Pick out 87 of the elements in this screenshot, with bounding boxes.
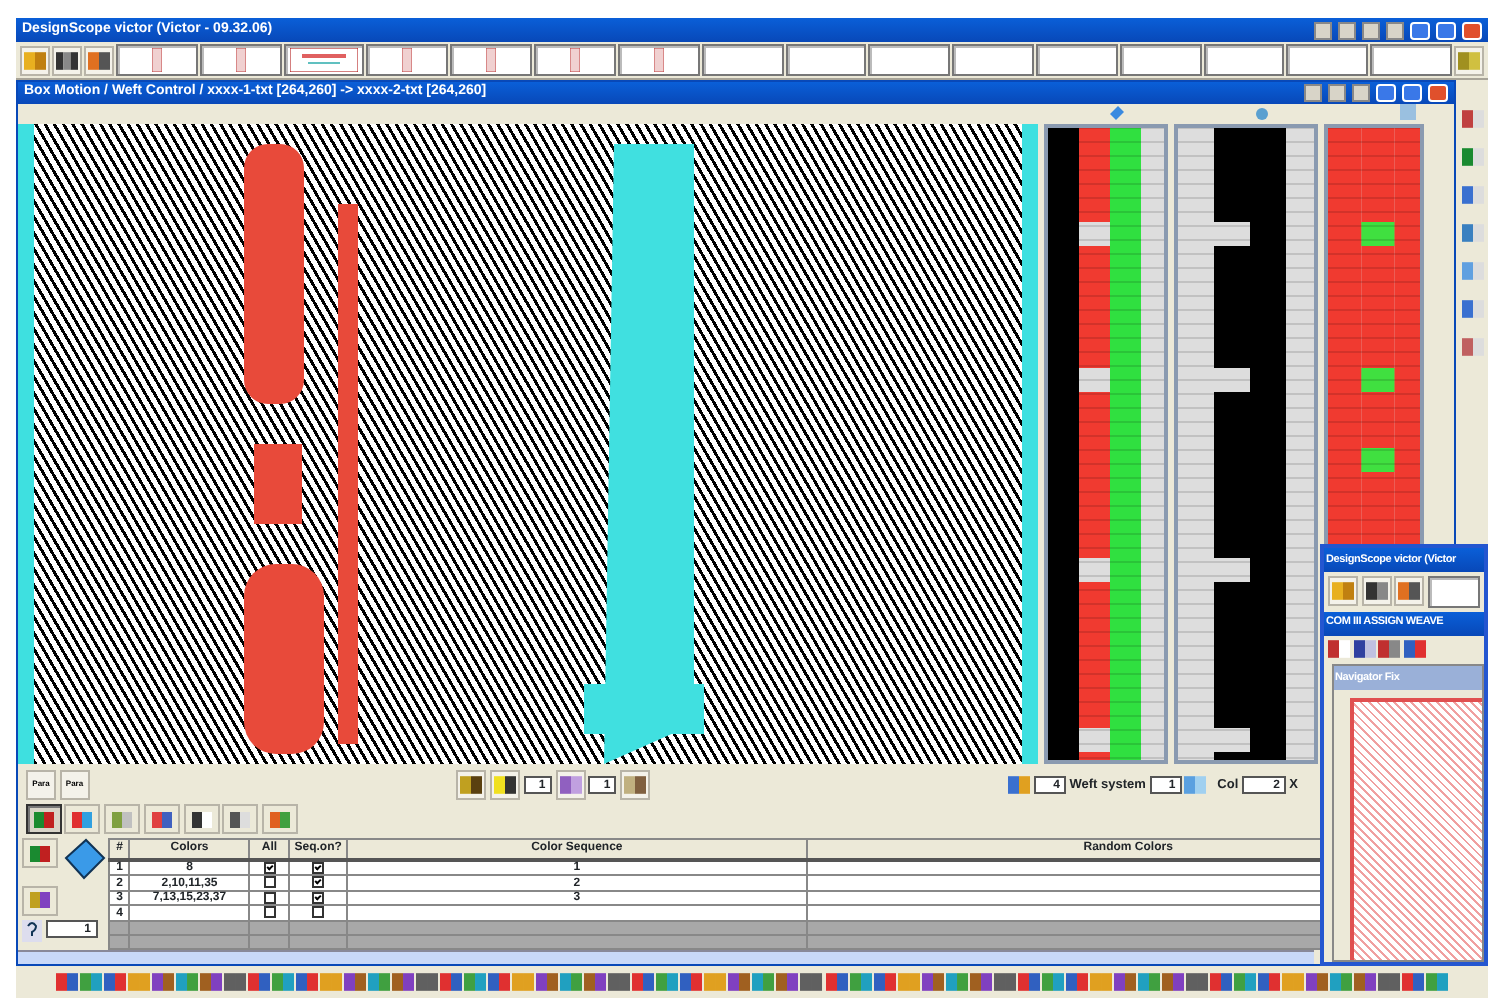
- tool-icon[interactable]: [1065, 970, 1088, 994]
- thumbnail-slot[interactable]: [1428, 575, 1481, 608]
- tool-icon[interactable]: [728, 970, 751, 994]
- thumbnail-slot[interactable]: [952, 44, 1034, 76]
- tool-icon[interactable]: [440, 970, 463, 994]
- thumbnail-drawing: [151, 48, 162, 72]
- tool-icon[interactable]: [200, 970, 223, 994]
- thumbnail-drawing: [290, 48, 359, 72]
- tool-icon[interactable]: [392, 970, 415, 994]
- tool-icon[interactable]: [969, 970, 992, 994]
- thumbnail-drawing: [486, 48, 497, 72]
- thumbnail-slot[interactable]: [868, 44, 951, 76]
- tool-icon[interactable]: [1353, 970, 1376, 994]
- close-button[interactable]: [1462, 21, 1482, 39]
- thumbnail-drawing: [653, 48, 664, 72]
- thumbnail-slot[interactable]: [116, 44, 198, 76]
- tool-icon[interactable]: [1461, 336, 1483, 358]
- maximize-button[interactable]: [1436, 21, 1456, 39]
- thumbnail-slot[interactable]: [1203, 44, 1285, 76]
- thumbnail-slot[interactable]: [1286, 44, 1369, 76]
- tool-icon[interactable]: [1461, 146, 1483, 168]
- tool-icon[interactable]: [104, 970, 127, 994]
- checkbox[interactable]: [263, 906, 276, 919]
- tool-icon[interactable]: [536, 970, 559, 994]
- tool-icon[interactable]: [1461, 108, 1483, 130]
- checkbox[interactable]: [312, 906, 325, 919]
- tool-icon[interactable]: [296, 970, 319, 994]
- view-tab[interactable]: [25, 804, 61, 835]
- tool-icon[interactable]: [1461, 184, 1483, 206]
- tool-icon[interactable]: [1257, 970, 1280, 994]
- thumbnail-slot[interactable]: [450, 44, 533, 76]
- tool-icon[interactable]: [873, 970, 896, 994]
- thumbnail-slot[interactable]: [199, 44, 282, 76]
- thumbnail-slot[interactable]: [1370, 44, 1452, 76]
- checkbox[interactable]: [263, 876, 276, 889]
- tool-icon[interactable]: [800, 970, 823, 994]
- thumbnail-slot[interactable]: [1035, 44, 1118, 76]
- tool-icon[interactable]: [416, 970, 439, 994]
- tool-icon[interactable]: [152, 970, 175, 994]
- tool-icon[interactable]: [1185, 970, 1208, 994]
- tool-icon[interactable]: [1401, 970, 1424, 994]
- tool-icon[interactable]: [680, 970, 703, 994]
- tool-icon[interactable]: [1017, 970, 1040, 994]
- tab-icon[interactable]: [191, 809, 211, 830]
- tool-icon[interactable]: [921, 970, 944, 994]
- tool-icon[interactable]: [1353, 638, 1375, 661]
- tool-icon[interactable]: [1461, 298, 1483, 320]
- tool-icon[interactable]: [608, 970, 631, 994]
- tool-icon[interactable]: [344, 970, 367, 994]
- tool-icon[interactable]: [56, 970, 79, 994]
- thumbnail-drawing: [402, 48, 413, 72]
- tool-icon[interactable]: [584, 970, 607, 994]
- tool-icon[interactable]: [993, 970, 1016, 994]
- scrollbar[interactable]: [18, 950, 1314, 964]
- tool-icon[interactable]: [1161, 970, 1184, 994]
- tool-icon[interactable]: [1305, 970, 1328, 994]
- navigator-preview[interactable]: [1349, 698, 1482, 960]
- tool-icon[interactable]: [1327, 638, 1350, 661]
- view-tab[interactable]: [183, 804, 219, 835]
- thumbnail-slot[interactable]: [283, 44, 365, 76]
- tab-icon[interactable]: [230, 809, 251, 830]
- minimize-button[interactable]: [1410, 21, 1430, 39]
- thumbnail-slot[interactable]: [785, 44, 867, 76]
- tool-icon[interactable]: [1377, 970, 1400, 994]
- close-button[interactable]: [1428, 84, 1448, 103]
- thumbnail-slot[interactable]: [534, 44, 616, 76]
- tool-icon[interactable]: [1378, 638, 1401, 661]
- thumbnail-slot[interactable]: [1119, 44, 1202, 76]
- tool-icon[interactable]: [488, 970, 511, 994]
- minimize-button[interactable]: [1376, 84, 1396, 103]
- thumbnail-slot[interactable]: [366, 44, 449, 76]
- checkbox[interactable]: [312, 876, 325, 889]
- tool-icon[interactable]: [632, 970, 655, 994]
- tool-icon[interactable]: [248, 970, 271, 994]
- thumbnail-slot[interactable]: [617, 44, 700, 76]
- tool-icon[interactable]: [825, 970, 848, 994]
- thumbnail-drawing: [235, 48, 246, 72]
- thumbnail-drawing: [569, 48, 580, 72]
- tool-icon[interactable]: [776, 970, 799, 994]
- view-tab[interactable]: [222, 804, 259, 835]
- tool-icon[interactable]: [1461, 222, 1483, 244]
- tool-icon[interactable]: [1209, 970, 1232, 994]
- maximize-button[interactable]: [1402, 84, 1422, 103]
- tool-icon[interactable]: [1113, 970, 1136, 994]
- tool-icon[interactable]: [1404, 638, 1426, 661]
- tool-icon[interactable]: [224, 970, 247, 994]
- thumbnail-slot[interactable]: [701, 44, 783, 76]
